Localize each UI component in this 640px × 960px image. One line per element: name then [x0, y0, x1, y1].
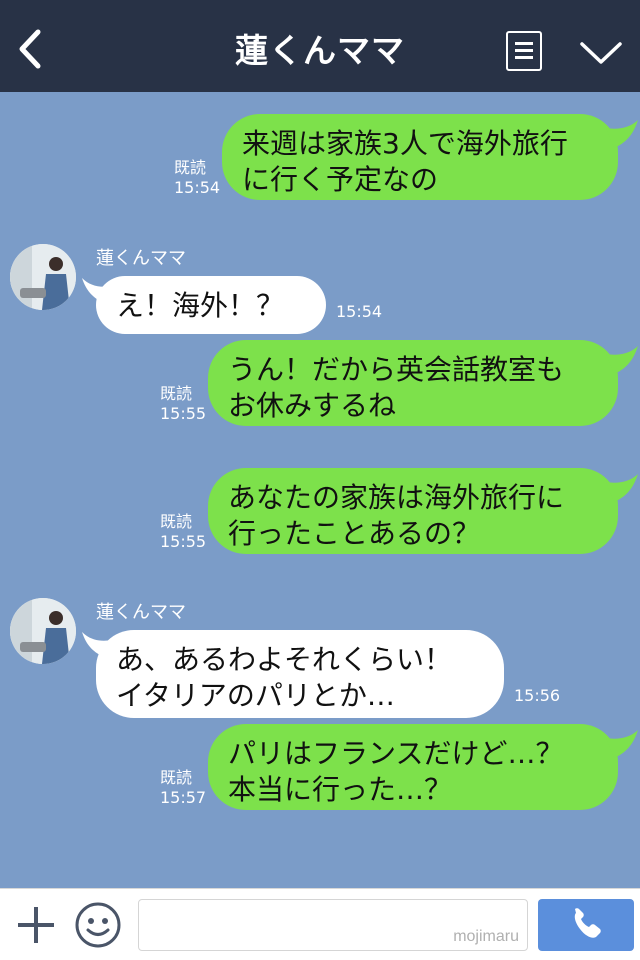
collapse-button[interactable] [578, 38, 624, 68]
avatar[interactable] [10, 598, 76, 664]
message-input[interactable]: mojimaru [138, 899, 528, 951]
message-row: 既読 15:57 パリはフランスだけど…？ 本当に行った…？ [0, 724, 640, 814]
plus-icon [18, 907, 54, 943]
chat-title: 蓮くんママ [235, 31, 405, 70]
message-time: 15:54 [336, 302, 383, 321]
menu-line [515, 56, 533, 59]
avatar[interactable] [10, 244, 76, 310]
message-row: 蓮くんママ え！海外！？ 15:54 [0, 240, 640, 340]
message-row: 既読 15:55 うん！だから英会話教室も お休みするね [0, 340, 640, 430]
profile-photo-icon [10, 244, 76, 310]
message-bubble[interactable]: あなたの家族は海外旅行に 行ったことあるの？ [208, 468, 618, 554]
read-receipt: 既読 [160, 512, 193, 531]
message-row: 蓮くんママ あ、あるわよそれくらい！ イタリアのパリとか… 15:56 [0, 594, 640, 724]
message-time: 15:55 [160, 532, 207, 551]
sender-name: 蓮くんママ [96, 248, 186, 269]
message-meta: 既読 15:57 [160, 768, 206, 808]
message-time: 15:56 [514, 686, 561, 705]
profile-photo-icon [10, 598, 76, 664]
message-meta: 既読 15:55 [160, 384, 206, 424]
phone-icon [574, 908, 601, 938]
message-bubble[interactable]: あ、あるわよそれくらい！ イタリアのパリとか… [96, 630, 504, 718]
read-receipt: 既読 [160, 768, 193, 787]
message-composer: mojimaru [0, 888, 640, 960]
add-button[interactable] [14, 903, 58, 947]
chat-header: 蓮くんママ [0, 0, 640, 92]
menu-list-icon [515, 42, 533, 45]
emoji-button[interactable] [74, 901, 122, 949]
message-row: 既読 15:54 来週は家族3人で海外旅行 に行く予定なの [0, 114, 640, 204]
message-meta: 既読 15:55 [160, 512, 206, 552]
message-time: 15:54 [174, 178, 221, 197]
bubble-tail [606, 120, 638, 148]
watermark: mojimaru [453, 928, 519, 945]
message-meta: 既読 15:54 [174, 158, 220, 198]
message-bubble[interactable]: 来週は家族3人で海外旅行 に行く予定なの [222, 114, 618, 200]
message-time: 15:55 [160, 404, 207, 423]
chat-area[interactable]: 既読 15:54 来週は家族3人で海外旅行 に行く予定なの 蓮くんママ え！海外… [0, 92, 640, 888]
bubble-tail [606, 474, 638, 502]
message-time: 15:57 [160, 788, 207, 807]
message-row: 既読 15:55 あなたの家族は海外旅行に 行ったことあるの？ [0, 468, 640, 558]
menu-line [515, 49, 533, 52]
message-bubble[interactable]: パリはフランスだけど…？ 本当に行った…？ [208, 724, 618, 810]
message-bubble[interactable]: うん！だから英会話教室も お休みするね [208, 340, 618, 426]
chevron-down-icon [580, 42, 622, 64]
menu-button[interactable] [506, 31, 542, 71]
read-receipt: 既読 [174, 158, 207, 177]
bubble-tail [606, 346, 638, 374]
message-bubble[interactable]: え！海外！？ [96, 276, 326, 334]
emoji-icon [75, 902, 121, 948]
call-button[interactable] [538, 899, 634, 951]
sender-name: 蓮くんママ [96, 602, 186, 623]
read-receipt: 既読 [160, 384, 193, 403]
bubble-tail [606, 730, 638, 758]
